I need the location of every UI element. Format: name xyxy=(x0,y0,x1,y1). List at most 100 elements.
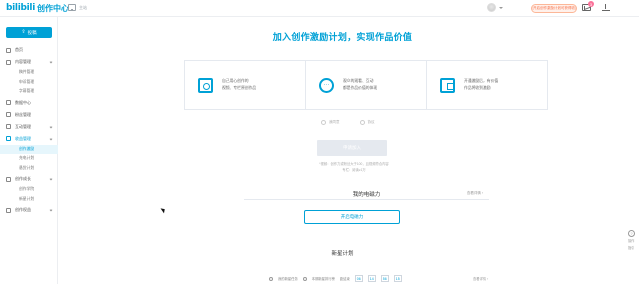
sidebar-item-growth[interactable]: 创作成长 xyxy=(0,173,58,185)
sidebar-item-label: 互动管理 xyxy=(15,123,31,129)
benefit-line: 开通激励后，有价值 xyxy=(464,79,499,83)
chevron-down-icon[interactable] xyxy=(499,7,503,9)
sidebar-subitem-label: 悬赏计划 xyxy=(19,165,35,170)
countdown-digit: 56 xyxy=(380,275,389,282)
rights-icon xyxy=(6,207,11,213)
view-details-link[interactable]: 查看详情 › xyxy=(473,276,488,281)
countdown-digit: 15 xyxy=(393,275,402,282)
chevron-up-icon xyxy=(49,177,53,181)
sidebar-subitem-bounty[interactable]: 悬赏计划 xyxy=(0,164,58,174)
sidebar-item-interact[interactable]: 互动管理 xyxy=(0,121,58,133)
view-details-link[interactable]: 查看详情 › xyxy=(467,191,483,196)
benefit-line: 视频、专栏原创作品 xyxy=(222,86,257,90)
app-root: bilibili 创作中心 主站 已开启创作激励计划可获得收益 3 ⇪ 投稿 首… xyxy=(0,0,639,284)
sidebar-subitem-newstar[interactable]: 新星计划 xyxy=(0,195,58,205)
agree-option[interactable]: 我同意 xyxy=(321,120,340,125)
upload-icon: ⇪ xyxy=(21,29,26,35)
countdown-label: 距结束 xyxy=(339,277,350,281)
sidebar-subitem-manuscripts[interactable]: 稿件管理 xyxy=(0,68,58,78)
sidebar-item-data[interactable]: 数据中心 xyxy=(0,97,58,109)
eligibility-notes: *视频：创作力或粉丝大于100，且视频符合内容 专栏：阅读≥1万 xyxy=(304,161,404,173)
data-icon xyxy=(6,100,11,105)
fans-icon xyxy=(6,112,11,117)
interact-icon xyxy=(6,124,11,129)
logo-text: 创作中心 xyxy=(37,3,69,13)
apply-join-button[interactable]: 申请加入 xyxy=(317,140,387,156)
income-icon xyxy=(6,136,11,141)
page-title: 加入创作激励计划，实现作品价值 xyxy=(272,32,413,42)
submit-button[interactable]: ⇪ 投稿 xyxy=(6,27,52,38)
sidebar-item-fans[interactable]: 粉丝管理 xyxy=(0,109,58,121)
bilibili-logo[interactable]: bilibili 创作中心 xyxy=(6,2,69,14)
option-label[interactable]: 我的新星任务 xyxy=(278,276,298,281)
help-label: 指引 xyxy=(628,245,635,250)
sidebar-subitem-appeals[interactable]: 申诉管理 xyxy=(0,78,58,88)
camera-icon xyxy=(198,77,213,93)
main-site-label: 主站 xyxy=(79,4,87,10)
wallet-icon xyxy=(440,77,455,93)
sidebar-subitem-label: 充电计划 xyxy=(19,156,35,161)
sidebar-item-label: 收益管理 xyxy=(15,135,31,141)
message-badge: 3 xyxy=(588,1,594,7)
sidebar-subitem-incentive[interactable]: 创作激励 xyxy=(0,144,58,154)
sidebar: ⇪ 投稿 首页 内容管理 稿件管理 申诉管理 字幕管理 数据中心 粉丝管理 互动… xyxy=(0,17,58,284)
radio-button[interactable] xyxy=(359,120,365,125)
sidebar-subitem-academy[interactable]: 创作学院 xyxy=(0,185,58,195)
chat-icon xyxy=(319,77,334,93)
main-content: 加入创作激励计划，实现作品价值 自己用心创作的 视频、专栏原创作品 观众的观看、… xyxy=(59,17,626,284)
home-icon xyxy=(6,47,11,53)
agreement-option[interactable]: 协议 xyxy=(359,120,375,125)
benefit-line: 都是作品价值的体现 xyxy=(343,86,378,90)
sidebar-item-home[interactable]: 首页 xyxy=(0,44,58,56)
benefit-card-text: 观众的观看、互动 都是作品价值的体现 xyxy=(343,78,377,92)
home-icon xyxy=(68,4,76,11)
chevron-up-icon xyxy=(49,60,53,64)
agree-label: 我同意 xyxy=(329,120,340,124)
chevron-down-icon xyxy=(49,125,53,128)
sidebar-subitem-label: 申诉管理 xyxy=(19,79,35,84)
benefit-line: 作品将收到激励 xyxy=(464,86,491,90)
avatar[interactable] xyxy=(487,3,496,12)
benefit-card: 开通激励后，有价值 作品将收到激励 xyxy=(427,61,547,109)
section-title: 我的电磁力 xyxy=(352,192,381,198)
agreement-label: 协议 xyxy=(367,120,375,124)
benefit-line: 自己用心创作的 xyxy=(222,79,249,83)
countdown-digit: 06 xyxy=(354,275,363,282)
benefit-card-text: 开通激励后，有价值 作品将收到激励 xyxy=(464,78,498,92)
benefit-card: 自己用心创作的 视频、专栏原创作品 xyxy=(185,61,306,109)
sidebar-item-label: 首页 xyxy=(15,47,23,52)
sidebar-subitem-label: 创作学院 xyxy=(19,187,35,192)
download-icon[interactable] xyxy=(602,4,610,12)
content-icon xyxy=(6,59,11,65)
chevron-down-icon xyxy=(49,208,53,212)
main-site-link[interactable]: 主站 xyxy=(68,4,87,11)
benefit-card-text: 自己用心创作的 视频、专栏原创作品 xyxy=(222,78,256,92)
sidebar-subitem-charge[interactable]: 充电计划 xyxy=(0,154,58,164)
sidebar-subitem-label: 新星计划 xyxy=(19,196,35,201)
help-label: 操作 xyxy=(628,239,635,243)
charge-section-header: 我的电磁力 查看详情 › xyxy=(244,188,489,200)
radio-button[interactable] xyxy=(302,276,307,281)
growth-icon xyxy=(6,176,11,182)
benefit-cards: 自己用心创作的 视频、专栏原创作品 观众的观看、互动 都是作品价值的体现 开通激… xyxy=(184,60,548,110)
sidebar-nav: 首页 内容管理 稿件管理 申诉管理 字幕管理 数据中心 粉丝管理 互动管理 收益… xyxy=(0,44,58,216)
help-icon[interactable]: ? xyxy=(628,230,635,237)
radio-button[interactable] xyxy=(269,276,273,281)
section-title: 新星计划 xyxy=(331,251,354,257)
option-label[interactable]: 本期新星排行榜 xyxy=(312,276,335,281)
countdown-digit: 14 xyxy=(367,275,376,282)
chevron-up-icon xyxy=(49,137,53,140)
sidebar-item-label: 创作权益 xyxy=(15,207,31,212)
sidebar-item-label: 数据中心 xyxy=(15,99,31,105)
incentive-status-pill[interactable]: 已开启创作激励计划可获得收益 xyxy=(531,4,577,13)
sidebar-item-income[interactable]: 收益管理 xyxy=(0,133,58,145)
sidebar-item-rights[interactable]: 创作权益 xyxy=(0,204,58,216)
sidebar-item-label: 内容管理 xyxy=(15,59,31,64)
sidebar-subitem-label: 创作激励 xyxy=(19,146,35,151)
sidebar-subitem-subtitles[interactable]: 字幕管理 xyxy=(0,87,58,97)
radio-button[interactable] xyxy=(321,120,326,125)
enable-charge-button[interactable]: 开启电磁力 xyxy=(304,210,400,224)
sidebar-item-content[interactable]: 内容管理 xyxy=(0,56,58,68)
sidebar-item-label: 粉丝管理 xyxy=(15,111,31,117)
help-widget[interactable]: ? 操作 指引 xyxy=(628,230,639,250)
